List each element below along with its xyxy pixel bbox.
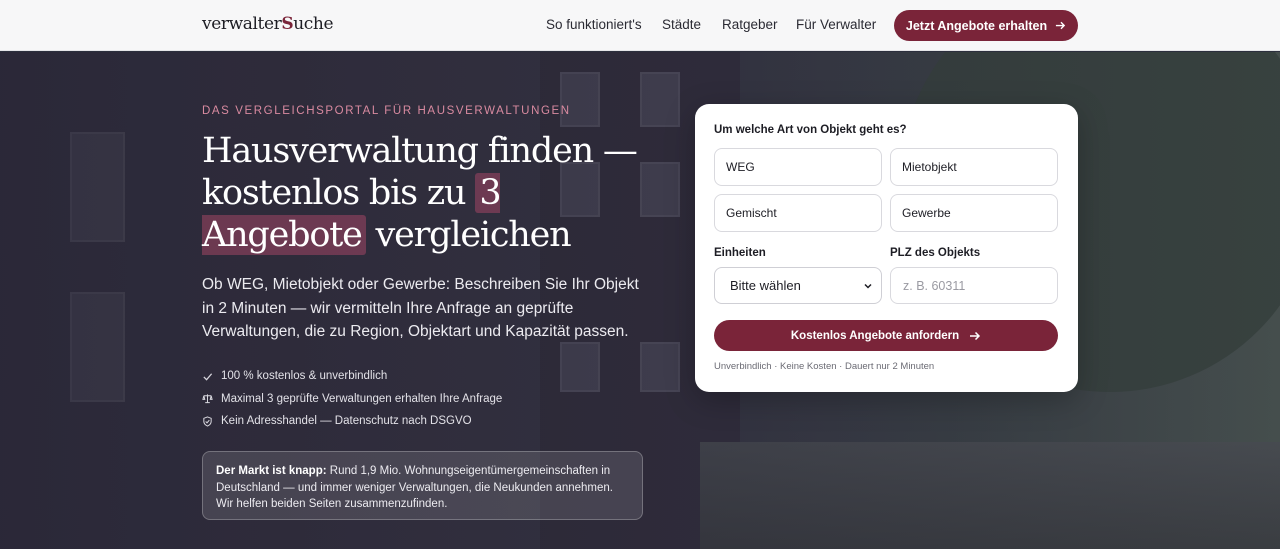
request-offers-button[interactable]: Kostenlos Angebote anfordern [714,320,1058,351]
benefit-text: 100 % kostenlos & unverbindlich [221,370,388,383]
object-type-question: Um welche Art von Objekt geht es? [714,124,907,136]
request-offers-label: Kostenlos Angebote anfordern [790,329,960,342]
arrow-right-icon [970,331,981,340]
postal-code-label: PLZ des Objekts [890,247,981,259]
hero-headline: Hausverwaltung finden — kostenlos bis zu… [202,130,672,256]
top-navigation: verwalterSuche So funktioniert's Städte … [0,0,1280,51]
nav-link-how-it-works[interactable]: So funktioniert's [546,17,642,32]
nav-link-cities[interactable]: Städte [662,17,701,32]
arrow-right-icon [1056,21,1066,30]
chevron-down-icon [864,283,872,289]
hero-lead: Ob WEG, Mietobjekt oder Gewerbe: Beschre… [202,276,639,340]
headline-part-2: vergleichen [375,215,572,255]
market-note: Der Markt ist knapp: Rund 1,9 Mio. Wohnu… [202,451,643,520]
nav-link-guide[interactable]: Ratgeber [722,17,778,32]
site-logo[interactable]: verwalterSuche [202,14,334,34]
shield-icon [203,416,212,427]
request-form-card: Um welche Art von Objekt geht es? WEG Mi… [695,104,1078,392]
logo-main: verwalter [202,14,282,34]
check-icon [203,373,213,381]
benefit-item: Kein Adresshandel — Datenschutz nach DSG… [202,410,502,433]
benefit-item: Maximal 3 geprüfte Verwaltungen erhalten… [202,388,502,411]
benefit-list: 100 % kostenlos & unverbindlich Maximal … [202,365,502,433]
benefit-item: 100 % kostenlos & unverbindlich [202,365,502,388]
get-offers-button[interactable]: Jetzt Angebote erhalten [894,10,1078,41]
form-fine-print: Unverbindlich · Keine Kosten · Dauert nu… [714,361,935,372]
object-option-mixed[interactable]: Gemischt [714,194,882,232]
logo-accent: S [281,14,294,34]
object-option-commercial[interactable]: Gewerbe [890,194,1058,232]
market-note-bold: Der Markt ist knapp: [216,465,327,477]
nav-link-for-managers[interactable]: Für Verwalter [796,17,876,32]
postal-code-input[interactable]: z. B. 60311 [890,267,1058,304]
units-label: Einheiten [714,247,766,259]
units-select-value: Bitte wählen [730,278,801,293]
benefit-text: Maximal 3 geprüfte Verwaltungen erhalten… [221,392,503,405]
benefit-text: Kein Adresshandel — Datenschutz nach DSG… [221,415,472,428]
logo-rest: uche [293,14,334,34]
hero-eyebrow: DAS VERGLEICHSPORTAL FÜR HAUSVERWALTUNGE… [202,105,571,117]
object-option-weg[interactable]: WEG [714,148,882,186]
scale-icon [202,394,213,404]
units-select[interactable]: Bitte wählen [714,267,882,304]
headline-part-1: Hausverwaltung finden — kostenlos bis zu [202,131,638,213]
object-option-rental[interactable]: Mietobjekt [890,148,1058,186]
get-offers-label: Jetzt Angebote erhalten [905,18,1048,33]
